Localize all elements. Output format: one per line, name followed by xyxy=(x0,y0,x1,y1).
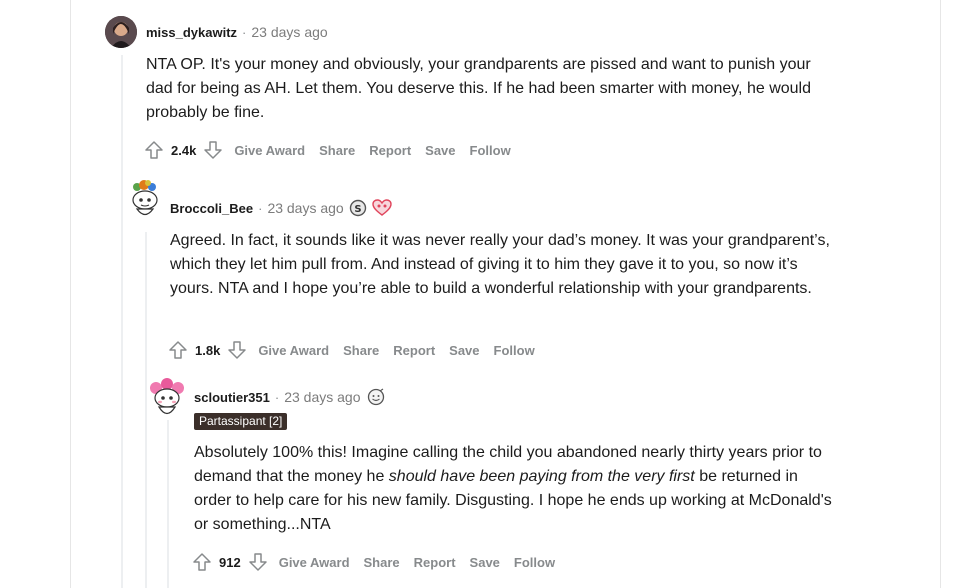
save-button[interactable]: Save xyxy=(449,343,479,358)
comment-meta: Broccoli_Bee · 23 days ago S xyxy=(170,199,392,217)
give-award-button[interactable]: Give Award xyxy=(279,555,350,570)
snoo-avatar-icon xyxy=(150,378,184,415)
upvote-icon[interactable] xyxy=(143,139,165,161)
silver-coin-icon[interactable]: S xyxy=(349,199,367,217)
comment-actions: 1.8k Give Award Share Report Save Follow xyxy=(167,339,535,361)
svg-text:S: S xyxy=(354,204,361,215)
thread-line-1[interactable] xyxy=(121,55,123,588)
avatar[interactable] xyxy=(148,378,186,420)
comment-thread: miss_dykawitz · 23 days ago NTA OP. It's… xyxy=(0,0,957,588)
comment-body: Agreed. In fact, it sounds like it was n… xyxy=(170,229,840,301)
separator: · xyxy=(242,24,247,40)
give-award-button[interactable]: Give Award xyxy=(234,143,305,158)
comment-text-italic: should have been paying from the very fi… xyxy=(388,468,695,485)
user-avatar-icon xyxy=(105,16,137,48)
report-button[interactable]: Report xyxy=(369,143,411,158)
report-button[interactable]: Report xyxy=(414,555,456,570)
timestamp[interactable]: 23 days ago xyxy=(267,200,343,216)
comment-meta: miss_dykawitz · 23 days ago xyxy=(146,24,328,40)
comment-body: NTA OP. It's your money and obviously, y… xyxy=(146,53,836,125)
comment-actions: 912 Give Award Share Report Save Follow xyxy=(191,551,555,573)
avatar[interactable] xyxy=(128,180,162,220)
thread-line-3[interactable] xyxy=(167,420,169,588)
username[interactable]: miss_dykawitz xyxy=(146,25,237,40)
wholesome-award-icon[interactable] xyxy=(366,388,386,406)
vote-score: 2.4k xyxy=(171,142,197,158)
downvote-icon[interactable] xyxy=(247,551,269,573)
snoo-avatar-icon xyxy=(132,180,158,216)
follow-button[interactable]: Follow xyxy=(494,343,535,358)
timestamp[interactable]: 23 days ago xyxy=(284,389,360,405)
comment-text: NTA OP. It's your money and obviously, y… xyxy=(146,56,811,121)
heart-eyes-award-icon[interactable] xyxy=(372,199,392,217)
page-border-right xyxy=(940,0,941,588)
downvote-icon[interactable] xyxy=(226,339,248,361)
separator: · xyxy=(258,200,263,216)
follow-button[interactable]: Follow xyxy=(470,143,511,158)
page-border-left xyxy=(70,0,71,588)
share-button[interactable]: Share xyxy=(343,343,379,358)
downvote-icon[interactable] xyxy=(202,139,224,161)
username[interactable]: Broccoli_Bee xyxy=(170,201,253,216)
follow-button[interactable]: Follow xyxy=(514,555,555,570)
thread-line-2[interactable] xyxy=(145,232,147,588)
comment-actions: 2.4k Give Award Share Report Save Follow xyxy=(143,139,511,161)
comment-text: Absolutely 100% this! Imagine calling th… xyxy=(194,441,834,537)
upvote-icon[interactable] xyxy=(191,551,213,573)
timestamp[interactable]: 23 days ago xyxy=(251,24,327,40)
vote-score: 1.8k xyxy=(195,342,221,358)
vote-score: 912 xyxy=(219,554,241,570)
share-button[interactable]: Share xyxy=(364,555,400,570)
comment-meta: scloutier351 · 23 days ago xyxy=(194,388,386,406)
save-button[interactable]: Save xyxy=(425,143,455,158)
give-award-button[interactable]: Give Award xyxy=(258,343,329,358)
username[interactable]: scloutier351 xyxy=(194,390,270,405)
comment-text: Agreed. In fact, it sounds like it was n… xyxy=(170,232,830,297)
report-button[interactable]: Report xyxy=(393,343,435,358)
save-button[interactable]: Save xyxy=(470,555,500,570)
separator: · xyxy=(274,389,280,405)
comment-body: Absolutely 100% this! Imagine calling th… xyxy=(194,441,834,537)
user-flair: Partassipant [2] xyxy=(194,413,288,430)
upvote-icon[interactable] xyxy=(167,339,189,361)
avatar[interactable] xyxy=(105,16,137,48)
share-button[interactable]: Share xyxy=(319,143,355,158)
